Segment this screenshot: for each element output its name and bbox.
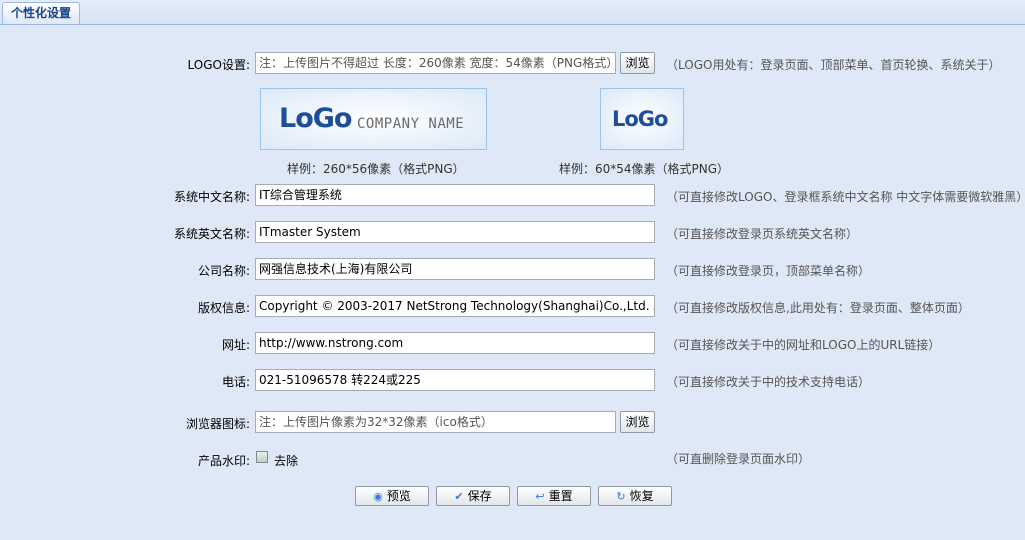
tab-bar: 个性化设置 (0, 0, 1025, 25)
restore-button-label: 恢复 (629, 489, 654, 503)
check-icon: ✔ (454, 490, 464, 503)
company-label: 公司名称: (197, 264, 250, 278)
logo-browse-button[interactable]: 浏览 (620, 52, 655, 74)
favicon-label: 浏览器图标: (185, 417, 250, 431)
cn-name-label: 系统中文名称: (173, 190, 250, 204)
logo-sample-large: LoGo COMPANY NAME (260, 88, 487, 150)
cn-name-input[interactable]: IT综合管理系统 (255, 184, 655, 206)
save-button[interactable]: ✔ 保存 (436, 486, 510, 506)
logo-sample-small: LoGo (600, 88, 684, 150)
logo-file-input[interactable]: 注：上传图片不得超过 长度：260像素 宽度：54像素（PNG格式） (255, 52, 616, 74)
save-button-label: 保存 (467, 489, 492, 503)
en-name-hint: （可直接修改登录页系统英文名称） (666, 227, 859, 241)
eye-icon: ◉ (373, 490, 383, 503)
reset-button-label: 重置 (548, 489, 573, 503)
favicon-file-input[interactable]: 注：上传图片像素为32*32像素（ico格式） (255, 411, 616, 433)
preview-button-label: 预览 (386, 489, 411, 503)
favicon-browse-button[interactable]: 浏览 (620, 411, 655, 433)
en-name-label: 系统英文名称: (173, 227, 250, 241)
logo-sample-small-word: LoGo (612, 107, 668, 131)
reset-button[interactable]: ↩ 重置 (517, 486, 591, 506)
logo-sample-company-name: COMPANY NAME (357, 116, 465, 132)
refresh-icon: ↻ (616, 490, 626, 503)
logo-hint: （LOGO用处有：登录页面、顶部菜单、首页轮换、系统关于） (666, 58, 1001, 72)
watermark-remove-checkbox[interactable] (256, 451, 268, 463)
company-hint: （可直接修改登录页，顶部菜单名称） (666, 264, 871, 278)
phone-hint: （可直接修改关于中的技术支持电话） (666, 375, 871, 389)
watermark-remove-label: 去除 (274, 454, 299, 468)
url-label: 网址: (221, 338, 250, 352)
logo-sample-large-caption: 样例：260*56像素（格式PNG） (287, 162, 465, 176)
copyright-label: 版权信息: (197, 301, 250, 315)
logo-sample-large-word: LoGo (279, 103, 352, 134)
phone-input[interactable]: 021-51096578 转224或225 (255, 369, 655, 391)
logo-label: LOGO设置: (187, 58, 251, 72)
url-hint: （可直接修改关于中的网址和LOGO上的URL链接） (666, 338, 941, 352)
copyright-hint: （可直接修改版权信息,此用处有：登录页面、整体页面） (666, 301, 970, 315)
phone-label: 电话: (221, 375, 250, 389)
logo-sample-small-caption: 样例：60*54像素（格式PNG） (559, 162, 730, 176)
watermark-hint: （可直删除登录页面水印） (666, 452, 811, 466)
company-input[interactable]: 网强信息技术(上海)有限公司 (255, 258, 655, 280)
cn-name-hint: （可直接修改LOGO、登录框系统中文名称 中文字体需要微软雅黑） (666, 190, 1025, 204)
copyright-input[interactable]: Copyright © 2003-2017 NetStrong Technolo… (255, 295, 655, 317)
tab-personalization[interactable]: 个性化设置 (2, 2, 80, 24)
watermark-label: 产品水印: (197, 454, 250, 468)
url-input[interactable]: http://www.nstrong.com (255, 332, 655, 354)
restore-button[interactable]: ↻ 恢复 (598, 486, 672, 506)
en-name-input[interactable]: ITmaster System (255, 221, 655, 243)
undo-arrow-icon: ↩ (535, 490, 545, 503)
preview-button[interactable]: ◉ 预览 (355, 486, 429, 506)
